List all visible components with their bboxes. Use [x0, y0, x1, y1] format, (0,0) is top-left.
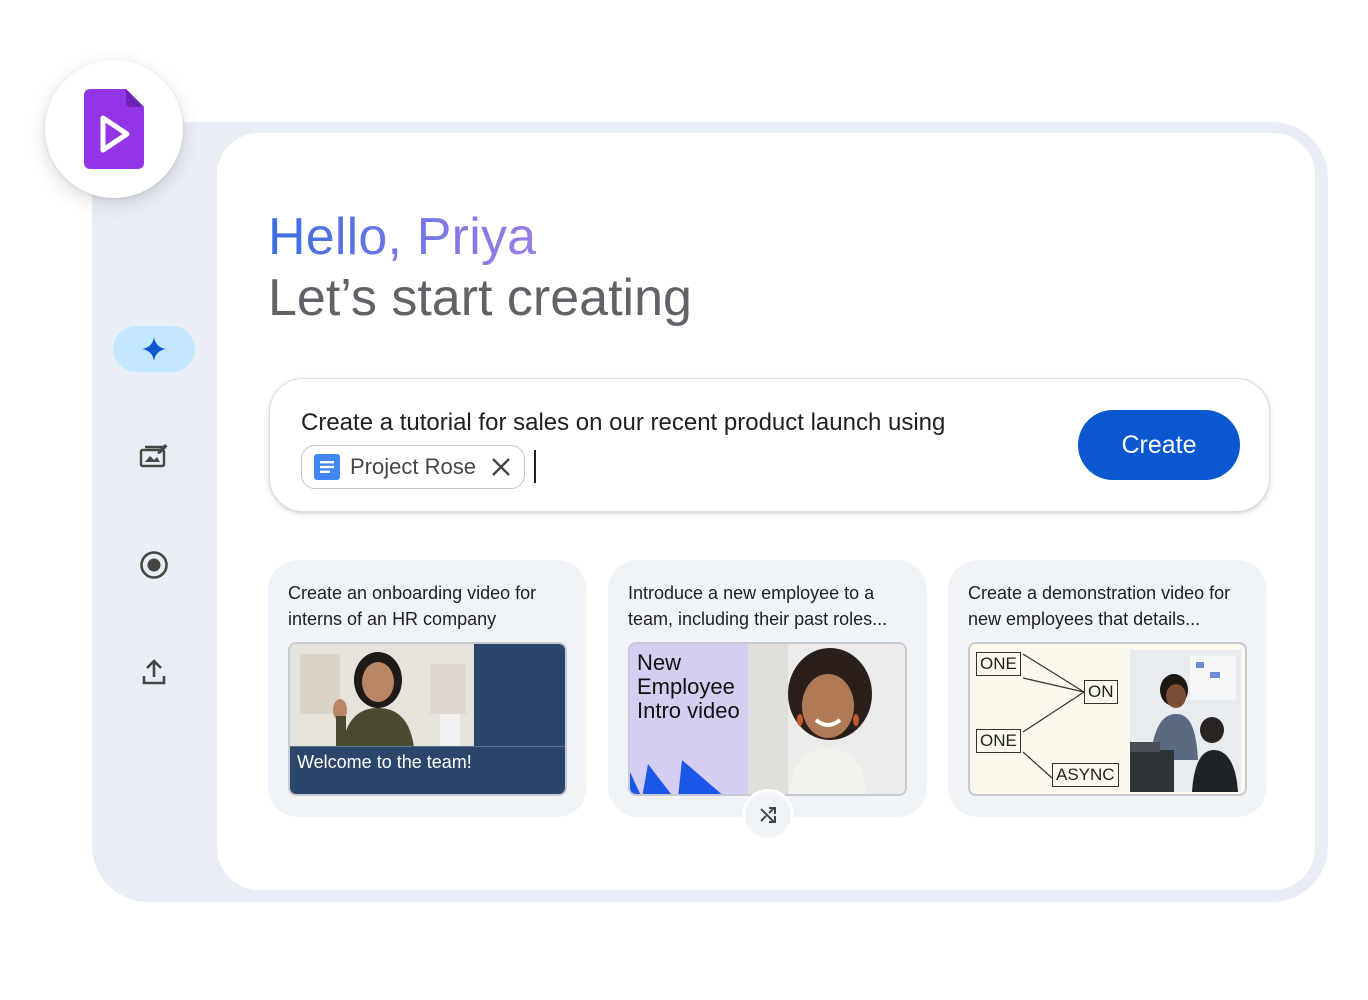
- triangle-pattern: [630, 760, 722, 794]
- rail-item-upload[interactable]: [113, 649, 195, 695]
- file-chip[interactable]: Project Rose: [301, 445, 525, 489]
- stage: Hello, Priya Let’s start creating Create…: [0, 0, 1368, 1000]
- upload-icon: [142, 659, 166, 685]
- thumbnail-diagram: ONE ON ONE ASYNC: [970, 644, 1130, 794]
- create-button[interactable]: Create: [1078, 410, 1240, 480]
- rail-item-record[interactable]: [113, 542, 195, 588]
- card-description: Introduce a new employee to a team, incl…: [628, 583, 888, 629]
- shuffle-button[interactable]: [742, 789, 794, 841]
- thumbnail-photo: [1130, 650, 1241, 792]
- thumbnail-title-panel: New Employee Intro video: [630, 644, 748, 794]
- thumbnail-caption: Welcome to the team!: [297, 752, 472, 772]
- diagram-node: ASYNC: [1052, 763, 1119, 787]
- google-vids-icon: [84, 89, 144, 169]
- diagram-node: ONE: [976, 652, 1021, 676]
- gallery-edit-icon: [139, 444, 168, 468]
- subtitle-heading: Let’s start creating: [268, 269, 692, 327]
- diagram-node: ONE: [976, 729, 1021, 753]
- waving-woman-illustration: [290, 644, 474, 748]
- thumbnail-panel: [474, 644, 565, 748]
- smiling-woman-illustration: [748, 644, 905, 794]
- thumbnail-title: New Employee Intro video: [637, 650, 740, 723]
- thumbnail-photo: [290, 644, 474, 748]
- prompt-input[interactable]: Create a tutorial for sales on our recen…: [269, 378, 1270, 512]
- greeting-heading: Hello, Priya: [268, 208, 537, 266]
- thumbnail-photo: [748, 644, 905, 794]
- card-thumbnail: ONE ON ONE ASYNC: [968, 642, 1247, 796]
- diagram-node: ON: [1084, 680, 1118, 704]
- card-thumbnail: Welcome to the team!: [288, 642, 567, 796]
- record-icon: [140, 551, 168, 579]
- close-icon[interactable]: [490, 456, 512, 478]
- chip-label: Project Rose: [350, 454, 476, 479]
- google-docs-icon: [314, 454, 340, 480]
- suggestion-card-demo[interactable]: Create a demonstration video for new emp…: [948, 560, 1267, 817]
- suggestion-card-onboarding[interactable]: Create an onboarding video for interns o…: [268, 560, 587, 817]
- sparkle-icon: [142, 337, 166, 361]
- rail-item-templates[interactable]: [113, 433, 195, 479]
- text-cursor: [534, 450, 536, 483]
- office-workers-illustration: [1130, 650, 1241, 792]
- rail-item-ai-create[interactable]: [113, 326, 195, 372]
- card-description: Create a demonstration video for new emp…: [968, 583, 1231, 629]
- prompt-text: Create a tutorial for sales on our recen…: [301, 409, 946, 436]
- card-thumbnail: New Employee Intro video: [628, 642, 907, 796]
- card-description: Create an onboarding video for interns o…: [288, 583, 537, 629]
- suggestion-card-intro[interactable]: Introduce a new employee to a team, incl…: [608, 560, 927, 817]
- shuffle-icon: [760, 807, 776, 823]
- app-logo: [45, 60, 183, 198]
